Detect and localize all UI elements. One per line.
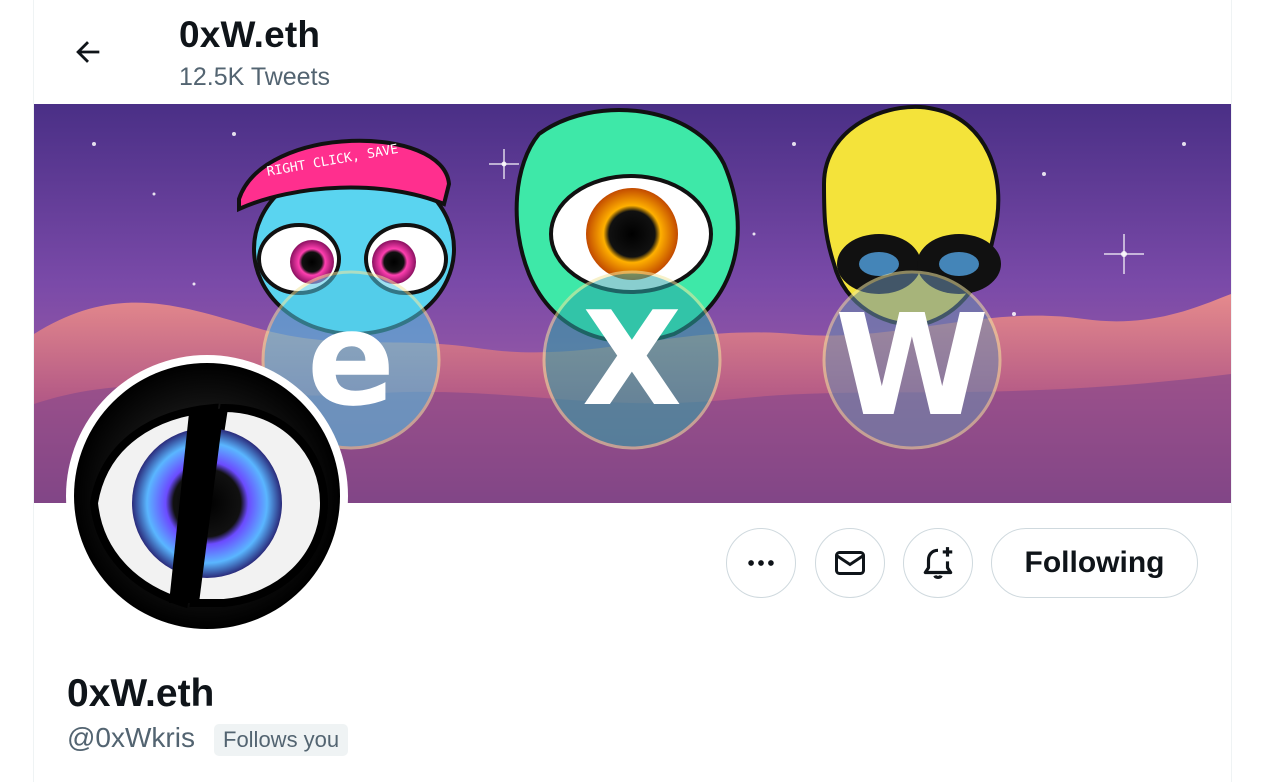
back-button[interactable] <box>68 32 108 72</box>
logo-circle-x: X <box>542 270 722 450</box>
message-button[interactable] <box>815 528 885 598</box>
display-name: 0xW.eth <box>67 672 215 715</box>
arrow-left-icon <box>76 41 100 63</box>
handle: @0xWkris <box>67 722 195 753</box>
logo-letter: W <box>835 285 989 448</box>
header-title: 0xW.eth <box>179 14 321 55</box>
following-button[interactable]: Following <box>991 528 1198 598</box>
logo-circle-w: W <box>822 270 1002 450</box>
avatar[interactable] <box>66 355 348 637</box>
more-icon <box>748 560 774 566</box>
bell-plus-icon <box>923 547 953 580</box>
notify-button[interactable] <box>903 528 973 598</box>
tweet-count: 12.5K Tweets <box>179 63 331 91</box>
more-button[interactable] <box>726 528 796 598</box>
logo-letter: X <box>582 283 682 435</box>
eye-avatar-image <box>74 363 340 629</box>
profile-column: 0xW.eth 12.5K Tweets RIGHT CLICK, SAVE e… <box>33 0 1232 782</box>
follows-you-badge: Follows you <box>214 724 349 756</box>
envelope-icon <box>835 551 865 575</box>
